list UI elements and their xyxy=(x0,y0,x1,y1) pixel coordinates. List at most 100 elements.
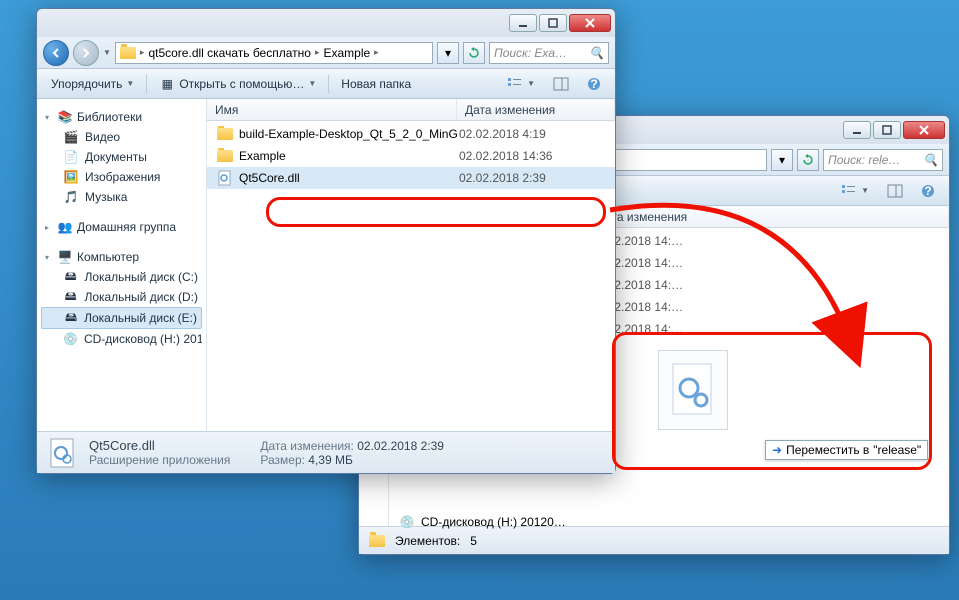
disk-icon: 🖴 xyxy=(64,310,78,326)
folder-icon xyxy=(120,45,136,61)
organize-button[interactable]: Упорядочить▼ xyxy=(43,74,142,94)
expand-icon[interactable]: ▾ xyxy=(45,113,53,122)
open-with-button[interactable]: ▦Открыть с помощью…▼ xyxy=(151,73,324,95)
disc-icon: 💿 xyxy=(399,514,415,530)
status-date-label: Дата изменения: xyxy=(260,439,354,453)
status-bar: Qt5Core.dll Расширение приложения Дата и… xyxy=(37,431,615,473)
sidebar-item-cd[interactable]: 💿 CD-дисковод (H:) 20120… xyxy=(399,514,566,530)
sidebar-item-disk-e[interactable]: 🖴Локальный диск (E:) xyxy=(41,307,202,329)
status-size: 4,39 МБ xyxy=(308,453,353,467)
chevron-down-icon[interactable]: ▾ xyxy=(437,42,459,64)
sidebar-item-documents[interactable]: 📄Документы xyxy=(41,147,202,167)
view-options-button[interactable]: ▼ xyxy=(833,181,877,201)
status-count: 5 xyxy=(470,534,477,548)
refresh-button[interactable] xyxy=(797,149,819,171)
crumb-part[interactable]: Example xyxy=(323,46,370,60)
sidebar-item-pictures[interactable]: 🖼️Изображения xyxy=(41,167,202,187)
maximize-button[interactable] xyxy=(539,14,567,32)
status-date: 02.02.2018 2:39 xyxy=(357,439,444,453)
list-item[interactable]: build-Example-Desktop_Qt_5_2_0_MinG… 02.… xyxy=(207,123,615,145)
back-button[interactable] xyxy=(43,40,69,66)
sidebar-item-video[interactable]: 🎬Видео xyxy=(41,127,202,147)
expand-icon[interactable]: ▸ xyxy=(45,223,53,232)
music-icon: 🎵 xyxy=(63,189,79,205)
sidebar-item-cd[interactable]: 💿CD-дисковод (H:) 20120… xyxy=(41,329,202,349)
explorer-window-example[interactable]: ▼ ▸ qt5core.dll скачать бесплатно ▸ Exam… xyxy=(36,8,616,474)
chevron-right-icon[interactable]: ▸ xyxy=(315,47,320,58)
pictures-icon: 🖼️ xyxy=(63,169,79,185)
move-arrow-icon: ➜ xyxy=(772,443,782,457)
column-name[interactable]: Имя xyxy=(207,99,457,120)
chevron-right-icon[interactable]: ▸ xyxy=(374,47,379,58)
titlebar[interactable] xyxy=(37,9,615,37)
libraries-icon: 📚 xyxy=(57,109,73,125)
search-input[interactable]: Поиск: Exa…🔍 xyxy=(489,42,609,64)
sidebar-homegroup[interactable]: ▸👥Домашняя группа xyxy=(41,217,202,237)
crumb-part[interactable]: qt5core.dll скачать бесплатно xyxy=(148,46,311,60)
chevron-down-icon: ▼ xyxy=(527,79,535,88)
minimize-button[interactable] xyxy=(843,121,871,139)
drag-preview xyxy=(658,350,728,430)
search-input[interactable]: Поиск: rele…🔍 xyxy=(823,149,943,171)
help-button[interactable]: ? xyxy=(579,74,609,94)
app-icon: ▦ xyxy=(159,76,175,92)
status-filetype: Расширение приложения xyxy=(89,453,230,467)
sidebar-item-music[interactable]: 🎵Музыка xyxy=(41,187,202,207)
help-button[interactable]: ? xyxy=(913,181,943,201)
list-item[interactable]: Example 02.02.2018 14:36 xyxy=(207,145,615,167)
disk-icon: 🖴 xyxy=(63,289,78,305)
toolbar: Упорядочить▼ ▦Открыть с помощью…▼ Новая … xyxy=(37,69,615,99)
disk-icon: 🖴 xyxy=(63,269,78,285)
folder-icon xyxy=(217,126,233,142)
close-button[interactable] xyxy=(569,14,611,32)
disc-icon: 💿 xyxy=(63,331,78,347)
forward-button[interactable] xyxy=(73,40,99,66)
status-size-label: Размер: xyxy=(260,453,305,467)
maximize-button[interactable] xyxy=(873,121,901,139)
svg-text:?: ? xyxy=(924,184,931,198)
dll-icon xyxy=(47,437,79,469)
sidebar-libraries[interactable]: ▾📚Библиотеки xyxy=(41,107,202,127)
column-date[interactable]: Дата изменения xyxy=(589,206,949,227)
dll-icon xyxy=(217,170,233,186)
sidebar-item-disk-c[interactable]: 🖴Локальный диск (C:) xyxy=(41,267,202,287)
preview-pane-button[interactable] xyxy=(879,181,911,201)
chevron-down-icon: ▼ xyxy=(126,79,134,88)
folder-icon xyxy=(217,148,233,164)
list-item-selected[interactable]: Qt5Core.dll 02.02.2018 2:39 xyxy=(207,167,615,189)
search-icon: 🔍 xyxy=(923,153,938,167)
computer-icon: 🖥️ xyxy=(57,249,73,265)
chevron-down-icon[interactable]: ▾ xyxy=(771,149,793,171)
column-headers[interactable]: Имя Дата изменения xyxy=(207,99,615,121)
chevron-right-icon[interactable]: ▸ xyxy=(140,47,145,58)
navigation-pane[interactable]: ▾📚Библиотеки 🎬Видео 📄Документы 🖼️Изображ… xyxy=(37,99,207,431)
drop-tooltip: ➜ Переместить в "release" xyxy=(765,440,928,460)
search-icon: 🔍 xyxy=(589,46,604,60)
content-area: ▾📚Библиотеки 🎬Видео 📄Документы 🖼️Изображ… xyxy=(37,99,615,431)
status-filename: Qt5Core.dll xyxy=(89,438,230,453)
documents-icon: 📄 xyxy=(63,149,79,165)
close-button[interactable] xyxy=(903,121,945,139)
sidebar-computer[interactable]: ▾🖥️Компьютер xyxy=(41,247,202,267)
refresh-button[interactable] xyxy=(463,42,485,64)
history-dropdown[interactable]: ▼ xyxy=(103,48,111,57)
chevron-down-icon: ▼ xyxy=(861,186,869,195)
file-list[interactable]: Имя Дата изменения build-Example-Desktop… xyxy=(207,99,615,431)
minimize-button[interactable] xyxy=(509,14,537,32)
sidebar-item-disk-d[interactable]: 🖴Локальный диск (D:) xyxy=(41,287,202,307)
svg-text:?: ? xyxy=(590,77,597,91)
video-icon: 🎬 xyxy=(63,129,79,145)
separator xyxy=(328,75,329,93)
status-count-label: Элементов: xyxy=(395,534,460,548)
view-options-button[interactable]: ▼ xyxy=(499,74,543,94)
address-bar: ▼ ▸ qt5core.dll скачать бесплатно ▸ Exam… xyxy=(37,37,615,69)
expand-icon[interactable]: ▾ xyxy=(45,253,53,262)
column-date[interactable]: Дата изменения xyxy=(457,99,615,120)
new-folder-button[interactable]: Новая папка xyxy=(333,74,419,94)
preview-pane-button[interactable] xyxy=(545,74,577,94)
folder-icon xyxy=(369,533,385,549)
homegroup-icon: 👥 xyxy=(57,219,73,235)
chevron-down-icon: ▼ xyxy=(308,79,316,88)
separator xyxy=(146,75,147,93)
breadcrumb[interactable]: ▸ qt5core.dll скачать бесплатно ▸ Exampl… xyxy=(115,42,433,64)
